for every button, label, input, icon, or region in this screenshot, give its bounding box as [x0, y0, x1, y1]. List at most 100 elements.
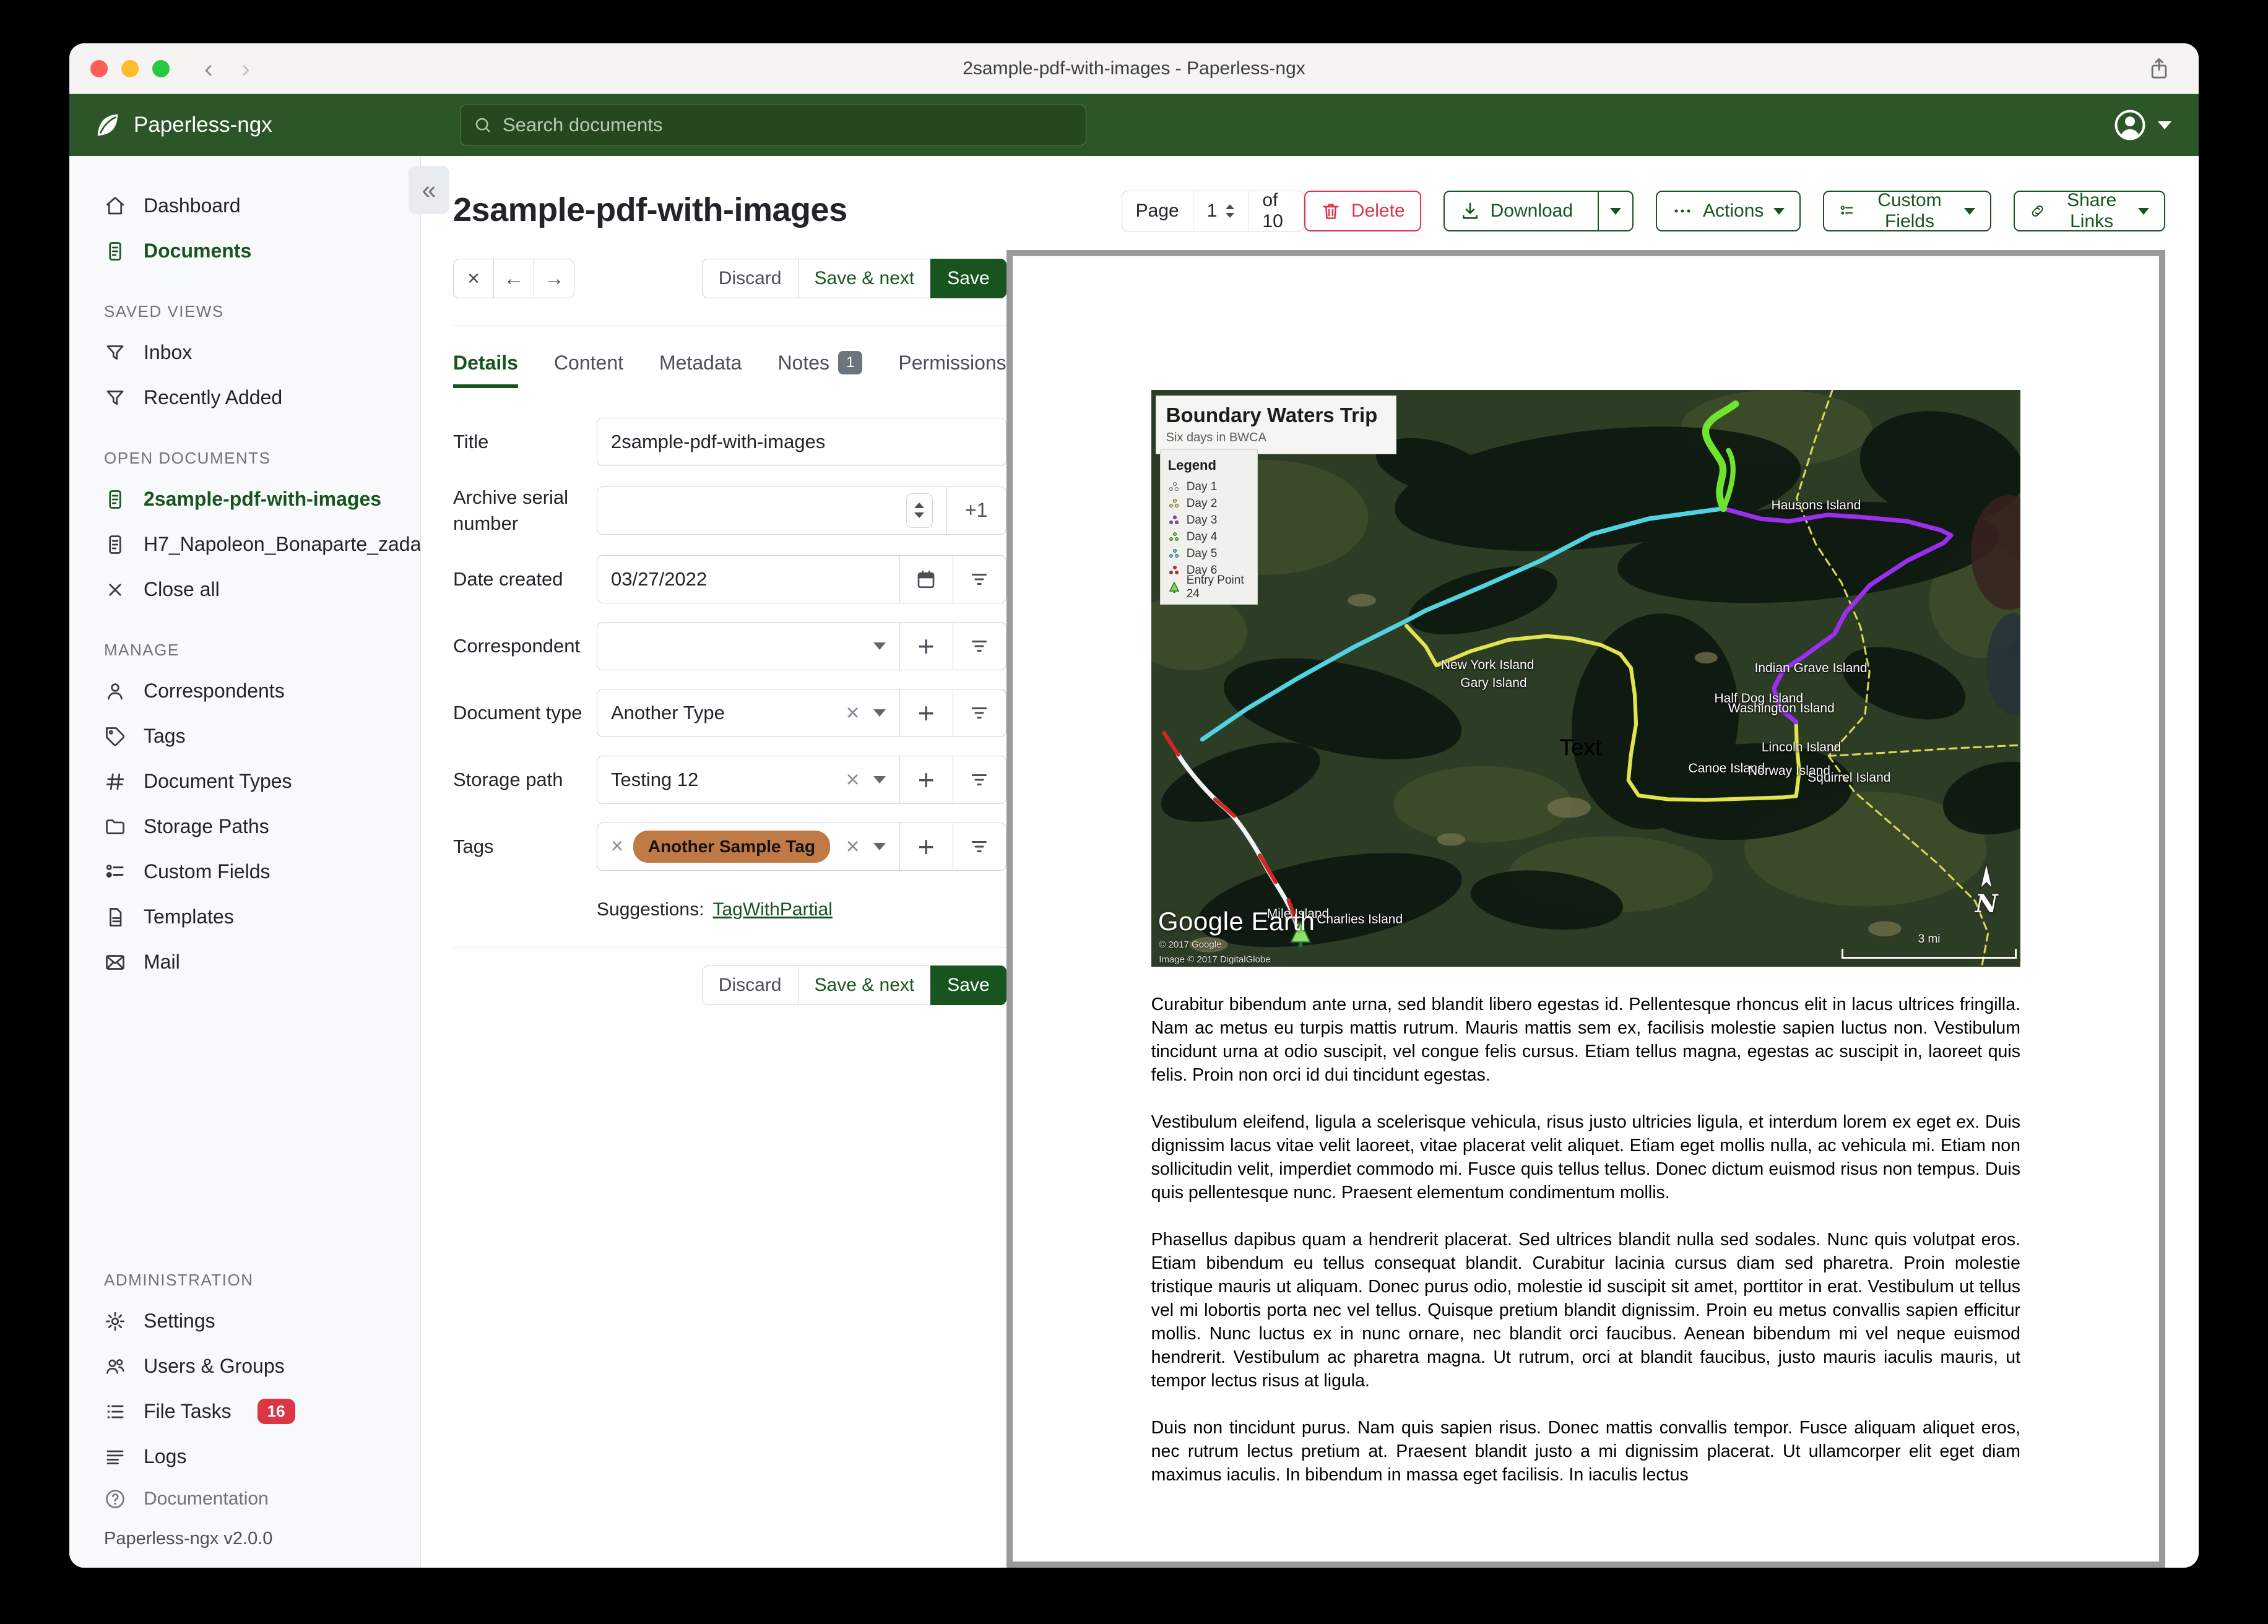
save-button[interactable]: Save	[930, 259, 1006, 298]
sidebar-item-inbox[interactable]: Inbox	[69, 330, 420, 375]
discard-button[interactable]: Discard	[701, 259, 799, 298]
pdf-viewer[interactable]: Boundary Waters Trip Six days in BWCA Le…	[1006, 250, 2165, 1568]
tab-metadata[interactable]: Metadata	[659, 351, 742, 388]
add-document-type-button[interactable]: +	[899, 689, 953, 736]
document-type-filter-button[interactable]	[952, 689, 1006, 736]
link-icon	[2030, 201, 2045, 222]
legend-item-day-3: Day 3	[1168, 512, 1251, 529]
save-button[interactable]: Save	[930, 965, 1006, 1005]
sidebar-item-2sample-pdf-with-images[interactable]: 2sample-pdf-with-images	[69, 477, 420, 522]
sidebar-item-correspondents[interactable]: Correspondents	[69, 668, 420, 714]
pdf-page: Boundary Waters Trip Six days in BWCA Le…	[1012, 256, 2159, 1487]
logs-icon	[104, 1446, 126, 1468]
route-dots-icon	[1169, 498, 1179, 508]
correspondent-select[interactable]	[597, 623, 899, 670]
save-next-button[interactable]: Save & next	[797, 965, 932, 1005]
sidebar-item-custom-fields[interactable]: Custom Fields	[69, 849, 420, 894]
route-dots-icon	[1169, 532, 1179, 541]
share-icon[interactable]	[2147, 56, 2171, 81]
fields-icon	[104, 861, 126, 883]
download-options-button[interactable]	[1598, 192, 1632, 230]
save-next-button[interactable]: Save & next	[797, 259, 932, 298]
tab-content[interactable]: Content	[554, 351, 623, 388]
tags-select[interactable]: × Another Sample Tag ×	[597, 823, 899, 870]
date-filter-button[interactable]	[952, 555, 1006, 603]
clear-icon[interactable]: ×	[846, 701, 859, 725]
add-storage-path-button[interactable]: +	[899, 756, 953, 803]
share-links-button[interactable]: Share Links	[2013, 190, 2165, 231]
map-label: Indian Grave Island	[1754, 661, 1868, 676]
previous-document-button[interactable]: ←	[493, 259, 534, 298]
legend-label: Day 3	[1186, 513, 1218, 527]
sidebar-item-close-all[interactable]: Close all	[69, 567, 420, 612]
delete-button[interactable]: Delete	[1304, 191, 1421, 231]
scale-bar: 3 mi	[1841, 933, 2017, 959]
storage-path-select[interactable]: Testing 12 ×	[597, 756, 899, 803]
date-created-input[interactable]	[611, 568, 886, 590]
add-correspondent-button[interactable]: +	[899, 622, 953, 670]
asn-stepper[interactable]	[906, 493, 933, 528]
sidebar-item-settings[interactable]: Settings	[69, 1298, 420, 1344]
correspondent-filter-button[interactable]	[952, 622, 1006, 670]
clear-icon[interactable]: ×	[846, 768, 859, 792]
discard-button[interactable]: Discard	[701, 965, 799, 1005]
sidebar-item-mail[interactable]: Mail	[69, 939, 420, 985]
remove-tag-icon[interactable]: ×	[611, 834, 623, 858]
sidebar-item-documentation[interactable]: Documentation	[69, 1479, 420, 1519]
sidebar: Dashboard Documents SAVED VIEWS Inbox Recen…	[69, 156, 421, 1568]
title-input[interactable]	[611, 431, 992, 453]
route-dots-icon	[1169, 515, 1179, 524]
add-tag-button[interactable]: +	[899, 823, 953, 870]
search-input[interactable]	[503, 114, 1073, 136]
doc-nav-group: × ← →	[453, 259, 574, 298]
sidebar-item-templates[interactable]: Templates	[69, 894, 420, 939]
sidebar-item-logs[interactable]: Logs	[69, 1434, 420, 1479]
page-number-input[interactable]: 1	[1192, 191, 1249, 231]
actions-button[interactable]: Actions	[1656, 191, 1801, 231]
document-type-select[interactable]: Another Type ×	[597, 689, 899, 736]
sidebar-item-tags[interactable]: Tags	[69, 714, 420, 759]
sidebar-item-documents[interactable]: Documents	[69, 228, 420, 274]
page-label: Page	[1135, 201, 1179, 221]
calendar-button[interactable]	[899, 555, 953, 603]
clear-icon[interactable]: ×	[846, 835, 859, 858]
asn-increment-button[interactable]: +1	[946, 486, 1006, 534]
fields-icon	[1839, 201, 1855, 222]
titlebar: ‹ › 2sample-pdf-with-images - Paperless-…	[69, 43, 2199, 94]
sidebar-item-file-tasks[interactable]: File Tasks 16	[69, 1389, 420, 1434]
sidebar-item-storage-paths[interactable]: Storage Paths	[69, 804, 420, 849]
storage-path-filter-button[interactable]	[952, 756, 1006, 803]
close-document-button[interactable]: ×	[453, 259, 494, 298]
tab-details[interactable]: Details	[453, 351, 518, 388]
tags-filter-button[interactable]	[952, 823, 1006, 870]
sidebar-item-recently-added[interactable]: Recently Added	[69, 375, 420, 420]
page-stepper[interactable]	[1226, 204, 1235, 218]
collapse-sidebar-button[interactable]: «	[409, 166, 449, 214]
close-window-button[interactable]	[90, 59, 108, 77]
chevron-down-icon	[1773, 207, 1785, 215]
sidebar-item-users-groups[interactable]: Users & Groups	[69, 1344, 420, 1389]
tag-suggestion-link[interactable]: TagWithPartial	[712, 899, 832, 920]
forward-button[interactable]: ›	[241, 54, 250, 84]
search-bar[interactable]	[460, 105, 1086, 145]
sidebar-item-h7-napoleon-bonaparte-zadanie[interactable]: H7_Napoleon_Bonaparte_zadanie	[69, 522, 420, 567]
zoom-window-button[interactable]	[152, 59, 170, 77]
pdf-body-text: Curabitur bibendum ante urna, sed blandi…	[1151, 993, 2020, 1487]
tab-permissions[interactable]: Permissions	[898, 351, 1006, 388]
asn-input[interactable]	[611, 499, 907, 522]
sidebar-item-document-types[interactable]: Document Types	[69, 759, 420, 804]
map-label: Gary Island	[1460, 675, 1527, 690]
minimize-window-button[interactable]	[121, 59, 139, 77]
download-button[interactable]: Download	[1443, 191, 1634, 231]
legend-title: Legend	[1167, 457, 1216, 473]
storage-path-field: Testing 12 × +	[597, 755, 1006, 804]
sidebar-item-dashboard[interactable]: Dashboard	[69, 183, 420, 228]
tag-chip[interactable]: Another Sample Tag	[633, 830, 831, 863]
app-brand[interactable]: Paperless-ngx	[93, 111, 272, 139]
tab-notes[interactable]: Notes 1	[777, 351, 863, 388]
user-menu[interactable]	[2112, 107, 2171, 143]
custom-fields-button[interactable]: Custom Fields	[1823, 190, 1991, 231]
back-button[interactable]: ‹	[204, 54, 213, 84]
next-document-button[interactable]: →	[534, 259, 574, 298]
filter-icon	[968, 568, 990, 590]
